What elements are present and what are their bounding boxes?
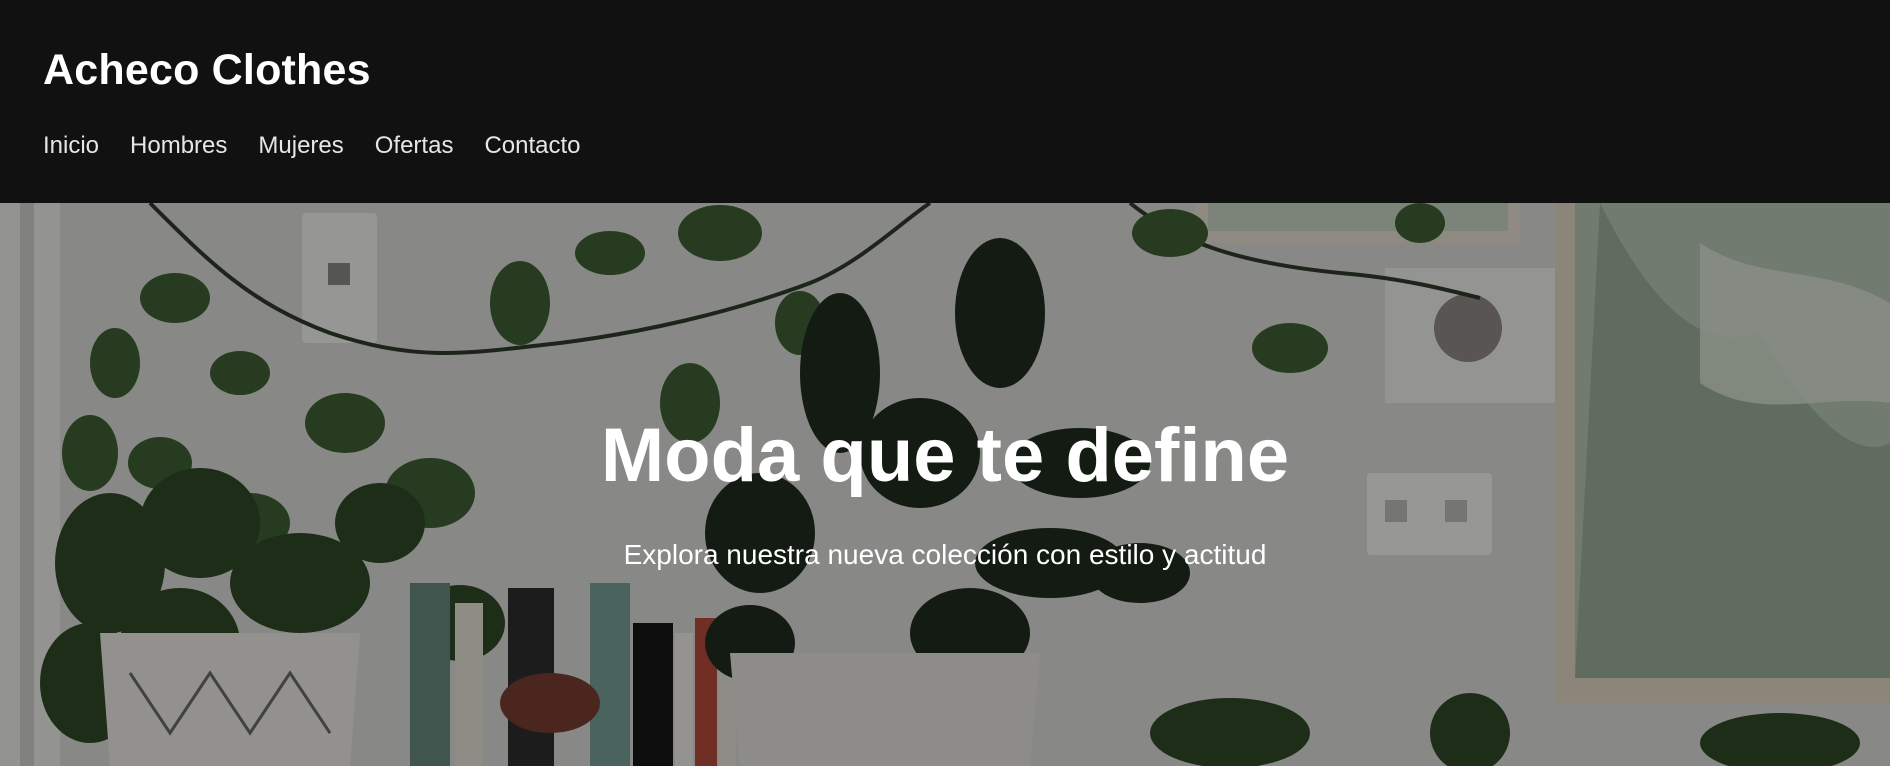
site-logo-text[interactable]: Acheco Clothes — [43, 44, 371, 96]
nav-link-contacto[interactable]: Contacto — [484, 132, 580, 159]
nav-link-hombres[interactable]: Hombres — [130, 132, 227, 159]
hero-subtitle: Explora nuestra nueva colección con esti… — [623, 539, 1267, 570]
nav-item-ofertas: Ofertas — [375, 130, 454, 162]
site-header: Acheco Clothes Inicio Hombres Mujeres Of… — [0, 0, 1890, 203]
hero-title: Moda que te define — [600, 413, 1290, 498]
nav-link-ofertas[interactable]: Ofertas — [375, 132, 454, 159]
nav-link-inicio[interactable]: Inicio — [43, 132, 99, 159]
hero-content: Moda que te define Explora nuestra nueva… — [0, 203, 1890, 766]
nav-item-hombres: Hombres — [130, 130, 227, 162]
hero-banner: Moda que te define Explora nuestra nueva… — [0, 203, 1890, 766]
nav-item-contacto: Contacto — [484, 130, 580, 162]
nav-link-mujeres[interactable]: Mujeres — [258, 132, 343, 159]
nav-list: Inicio Hombres Mujeres Ofertas Contacto — [43, 130, 581, 162]
nav-item-inicio: Inicio — [43, 130, 99, 162]
nav-item-mujeres: Mujeres — [258, 130, 343, 162]
